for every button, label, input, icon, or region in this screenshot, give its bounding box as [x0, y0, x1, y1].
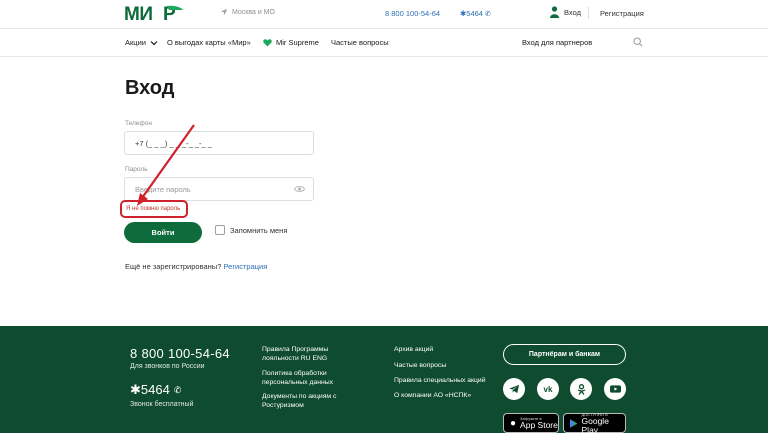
register-link[interactable]: Регистрация [223, 262, 267, 271]
nav-label: Частые вопросы [331, 38, 389, 47]
apple-icon: ● [510, 417, 517, 429]
partners-button[interactable]: Партнёрам и банкам [503, 344, 626, 365]
nav-label: Акции [125, 38, 146, 47]
phone-icon: ✆ [173, 384, 182, 395]
nav-label: Вход для партнеров [522, 38, 593, 47]
nav-item-promotions[interactable]: Акции [125, 38, 158, 47]
login-button[interactable]: Войти [124, 222, 202, 243]
footer-phone-note: Для звонков по России [130, 363, 205, 370]
footer-phone[interactable]: 8 800 100-54-64 [130, 346, 230, 361]
header-login-link[interactable]: Вход [550, 6, 581, 18]
nav-item-benefits[interactable]: О выгодах карты «Мир» [167, 38, 251, 47]
nav-item-mir-supreme[interactable]: Mir Supreme [263, 38, 319, 47]
top-bar: МИ Р Москва и МО 8 800 100-54-64 ✱5464 ✆… [0, 0, 768, 28]
login-label: Вход [564, 7, 581, 17]
header-register-link[interactable]: Регистрация [600, 9, 644, 18]
main-nav: Акции О выгодах карты «Мир» Mir Supreme … [0, 29, 768, 55]
eye-icon[interactable] [294, 185, 305, 193]
chevron-down-icon [150, 40, 158, 45]
app-store-badge[interactable]: ● Загрузите в App Store [503, 413, 559, 433]
password-placeholder: Введите пароль [135, 184, 191, 194]
location-selector[interactable]: Москва и МО [220, 8, 275, 16]
phone-label: Телефон [125, 120, 152, 127]
header-short-number-link[interactable]: ✱5464 ✆ [460, 9, 491, 18]
password-input[interactable]: Введите пароль [124, 177, 314, 201]
search-icon[interactable] [633, 37, 643, 47]
google-play-icon [570, 418, 578, 428]
footer-link-tourism-docs[interactable]: Документы по акциям с Ростуризмом [262, 392, 352, 410]
header-divider [588, 7, 589, 19]
register-prompt-text: Ещё не зарегистрированы? [125, 262, 222, 271]
heart-icon [263, 38, 272, 47]
user-icon [550, 6, 559, 18]
svg-text:МИ: МИ [124, 4, 152, 22]
footer: 8 800 100-54-64 Для звонков по России ✱5… [0, 326, 768, 433]
forgot-password-link[interactable]: Я не помню пароль [126, 206, 180, 212]
phone-icon: ✆ [485, 11, 491, 18]
header-phone-link[interactable]: 8 800 100-54-64 [385, 9, 440, 18]
nav-label: Mir Supreme [276, 38, 319, 47]
youtube-icon[interactable] [604, 378, 626, 400]
phone-input-value: +7 (_ _ _) _ _ _-_ _-_ _ [135, 138, 212, 148]
footer-link-faq[interactable]: Частые вопросы [394, 361, 446, 370]
app-store-text: App Store [520, 420, 558, 430]
odnoklassniki-icon[interactable] [570, 378, 592, 400]
nav-item-faq[interactable]: Частые вопросы [331, 38, 389, 47]
location-text: Москва и МО [232, 8, 275, 16]
vk-icon[interactable]: vk [537, 378, 559, 400]
google-play-badge[interactable]: ДОСТУПНО В Google Play [563, 412, 626, 433]
mir-logo[interactable]: МИ Р [124, 4, 184, 22]
footer-link-loyalty-rules[interactable]: Правила Программы лояльности RU ENG [262, 345, 347, 363]
location-arrow-icon [220, 8, 228, 16]
footer-link-privacy-policy[interactable]: Политика обработки персональных данных [262, 369, 347, 387]
remember-me-label[interactable]: Запомнить меня [230, 226, 287, 235]
telegram-icon[interactable] [503, 378, 525, 400]
google-play-text: Google Play [581, 415, 609, 433]
footer-short-number[interactable]: ✱5464 ✆ [130, 382, 181, 398]
footer-short-note: Звонок бесплатный [130, 401, 194, 408]
nav-label: О выгодах карты «Мир» [167, 38, 251, 47]
register-prompt: Ещё не зарегистрированы? Регистрация [125, 262, 267, 271]
footer-link-archive[interactable]: Архив акций [394, 345, 433, 354]
page-title: Вход [125, 77, 175, 99]
remember-me-checkbox[interactable] [215, 225, 225, 235]
nav-item-partners-login[interactable]: Вход для партнеров [522, 38, 592, 47]
footer-link-special-rules[interactable]: Правила специальных акций [394, 376, 486, 385]
phone-input[interactable]: +7 (_ _ _) _ _ _-_ _-_ _ [124, 131, 314, 155]
footer-link-about[interactable]: О компании АО «НСПК» [394, 391, 471, 400]
password-label: Пароль [125, 166, 148, 173]
nav-divider [0, 56, 768, 57]
